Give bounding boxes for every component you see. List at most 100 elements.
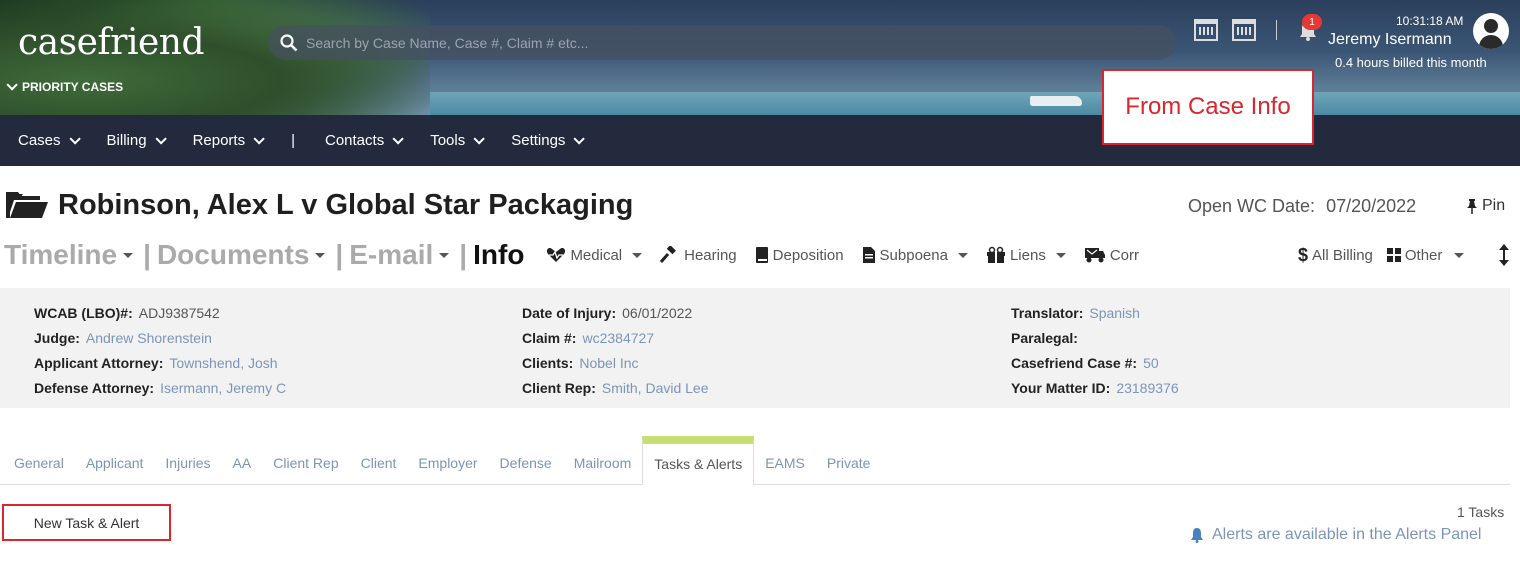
tab-tasks-alerts[interactable]: Tasks & Alerts — [642, 436, 755, 485]
caret-down-icon[interactable] — [439, 252, 450, 258]
info-link[interactable]: Townshend, Josh — [169, 355, 277, 371]
info-link[interactable]: Spanish — [1089, 305, 1140, 321]
user-calendar-icon[interactable] — [1232, 19, 1256, 41]
info-link[interactable]: wc2384727 — [582, 330, 654, 346]
folder-open-icon — [6, 192, 48, 218]
nav-separator: | — [291, 132, 295, 149]
tab-applicant[interactable]: Applicant — [75, 455, 155, 484]
info-label: WCAB (LBO)#: — [34, 305, 133, 321]
billed-hours: 0.4 hours billed this month — [1335, 55, 1487, 70]
tab-client[interactable]: Client — [350, 455, 408, 484]
liens-menu[interactable]: Liens — [986, 246, 1066, 264]
right-tools: $ All Billing Other — [1298, 244, 1510, 266]
tab-general[interactable]: General — [3, 455, 75, 484]
info-link[interactable]: Smith, David Lee — [602, 380, 709, 396]
chevron-down-icon — [573, 132, 586, 145]
info-row: Paralegal: — [1011, 326, 1179, 351]
corr-menu[interactable]: Corr — [1084, 246, 1139, 264]
user-name[interactable]: Jeremy Isermann — [1328, 31, 1452, 49]
tab-info[interactable]: Info — [473, 239, 524, 271]
info-row: WCAB (LBO)#: ADJ9387542 — [34, 301, 286, 326]
tab-mailroom[interactable]: Mailroom — [563, 455, 643, 484]
info-link[interactable]: Nobel Inc — [579, 355, 638, 371]
nav-billing[interactable]: Billing — [107, 132, 167, 149]
deposition-menu[interactable]: Deposition — [755, 246, 844, 264]
info-row: Clients: Nobel Inc — [522, 351, 709, 376]
nav-tools[interactable]: Tools — [430, 132, 486, 149]
info-row: Applicant Attorney: Townshend, Josh — [34, 351, 286, 376]
heartbeat-icon — [547, 247, 566, 262]
tab-employer[interactable]: Employer — [407, 455, 488, 484]
info-value: 06/01/2022 — [622, 305, 693, 321]
info-row: Client Rep: Smith, David Lee — [522, 376, 709, 401]
gavel-icon — [660, 246, 677, 263]
tab-separator: | — [143, 239, 151, 270]
calendar-icon[interactable] — [1194, 19, 1218, 41]
info-label: Claim #: — [522, 330, 577, 346]
tab-private[interactable]: Private — [816, 455, 882, 484]
tab-email[interactable]: E-mail — [349, 239, 433, 271]
info-label: Translator: — [1011, 305, 1084, 321]
priority-cases-toggle[interactable]: PRIORITY CASES — [6, 79, 124, 94]
tab-aa[interactable]: AA — [222, 455, 263, 484]
hearing-menu[interactable]: Hearing — [660, 246, 737, 264]
tab-documents[interactable]: Documents — [157, 239, 309, 271]
expand-vertical-icon[interactable] — [1498, 244, 1510, 266]
avatar-icon[interactable] — [1473, 13, 1509, 49]
dollar-icon: $ — [1298, 244, 1309, 265]
corr-label: Corr — [1109, 246, 1139, 264]
nav-label: Reports — [192, 132, 246, 149]
alerts-note-text: Alerts are available in the Alerts Panel — [1212, 526, 1482, 543]
nav-label: Contacts — [325, 132, 385, 149]
tab-timeline[interactable]: Timeline — [4, 239, 117, 271]
book-icon — [755, 247, 768, 263]
chevron-down-icon — [6, 79, 18, 91]
search-input[interactable] — [306, 34, 1176, 51]
other-menu[interactable]: Other — [1405, 247, 1443, 264]
notification-badge: 1 — [1302, 14, 1322, 30]
tab-defense[interactable]: Defense — [489, 455, 563, 484]
caret-down-icon[interactable] — [123, 252, 134, 258]
grid-icon — [1386, 248, 1401, 262]
tab-client-rep[interactable]: Client Rep — [262, 455, 349, 484]
task-count: 1 Tasks — [1457, 504, 1505, 520]
priority-cases-label: PRIORITY CASES — [22, 80, 124, 94]
tab-eams[interactable]: EAMS — [754, 455, 816, 484]
logo[interactable]: casefriend — [18, 22, 205, 63]
all-billing-link[interactable]: All Billing — [1312, 247, 1373, 264]
info-label: Clients: — [522, 355, 574, 371]
tab-injuries[interactable]: Injuries — [154, 455, 221, 484]
info-row: Judge: Andrew Shorenstein — [34, 326, 286, 351]
medical-menu[interactable]: Medical — [546, 247, 643, 264]
open-date-value: 07/20/2022 — [1326, 196, 1417, 216]
gift-icon — [986, 246, 1005, 263]
caret-down-icon[interactable] — [315, 252, 326, 258]
search-icon — [280, 33, 298, 51]
info-link[interactable]: Isermann, Jeremy C — [160, 380, 286, 396]
subpoena-menu[interactable]: Subpoena — [862, 246, 968, 264]
info-link[interactable]: 23189376 — [1116, 380, 1178, 396]
search-bar[interactable] — [268, 25, 1176, 60]
header-divider — [1276, 20, 1277, 40]
bell-icon — [1191, 528, 1203, 543]
info-label: Client Rep: — [522, 380, 596, 396]
pin-button[interactable]: Pin — [1466, 197, 1505, 215]
info-label: Judge: — [34, 330, 80, 346]
caret-down-icon — [957, 252, 968, 258]
alerts-note: Alerts are available in the Alerts Panel — [1190, 526, 1481, 544]
pin-icon — [1467, 199, 1477, 214]
caret-down-icon — [1055, 252, 1066, 258]
nav-reports[interactable]: Reports — [192, 132, 265, 149]
tab-separator: | — [459, 239, 468, 270]
info-row: Translator: Spanish — [1011, 301, 1179, 326]
info-column-1: WCAB (LBO)#: ADJ9387542 Judge: Andrew Shor… — [34, 301, 286, 401]
nav-cases[interactable]: Cases — [18, 132, 81, 149]
nav-label: Tools — [430, 132, 466, 149]
nav-settings[interactable]: Settings — [511, 132, 586, 149]
new-task-alert-button[interactable]: New Task & Alert — [2, 504, 171, 541]
info-label: Your Matter ID: — [1011, 380, 1111, 396]
nav-contacts[interactable]: Contacts — [325, 132, 404, 149]
caret-down-icon[interactable] — [1454, 252, 1465, 258]
info-link[interactable]: Andrew Shorenstein — [86, 330, 212, 346]
info-link[interactable]: 50 — [1143, 355, 1159, 371]
